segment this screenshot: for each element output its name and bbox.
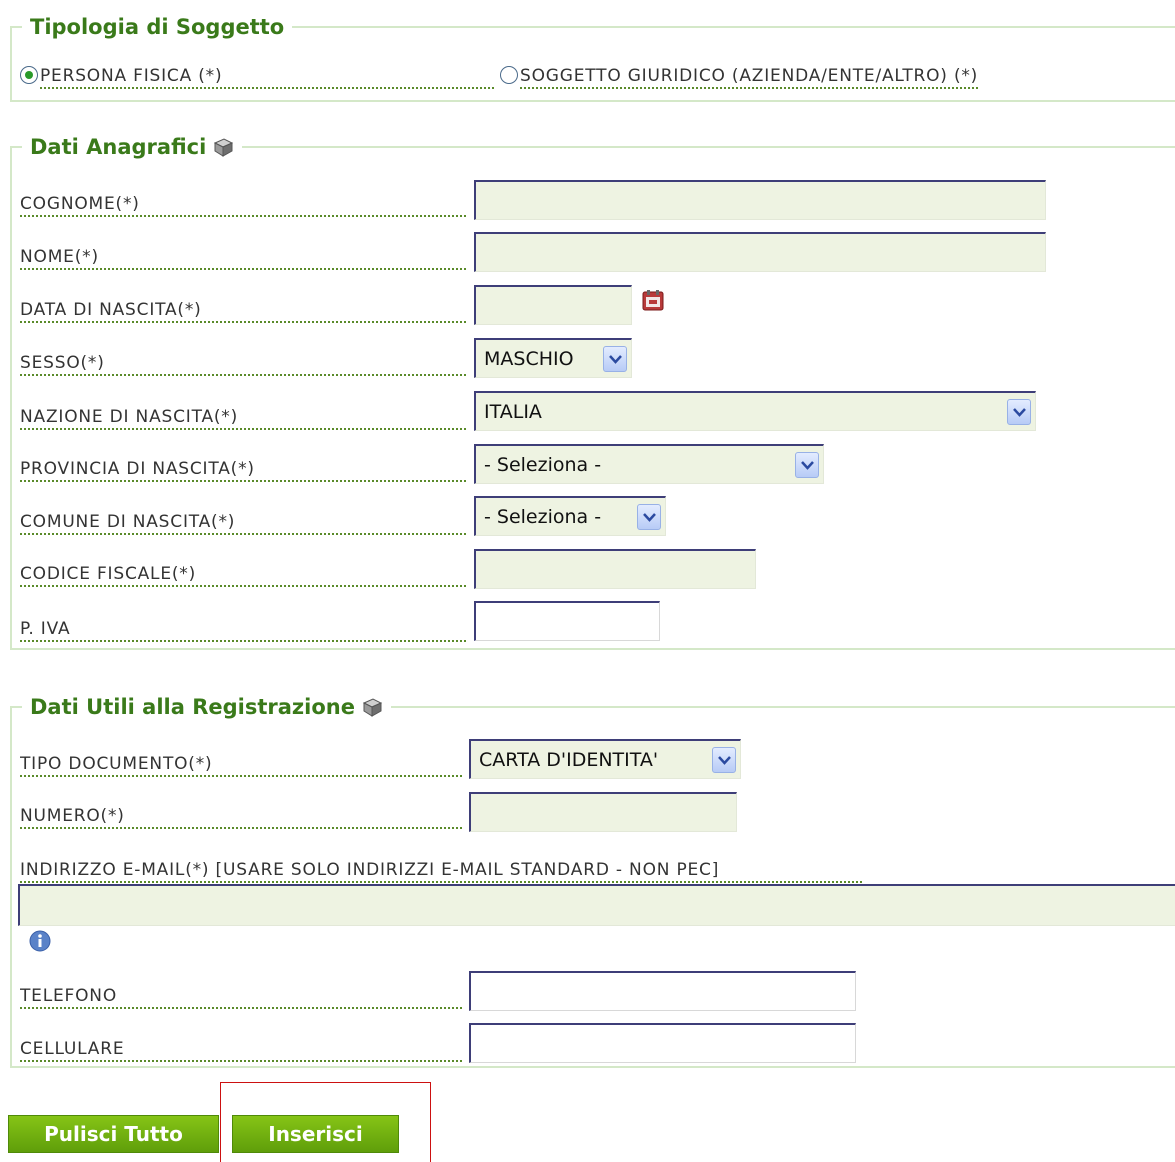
piva-label: P. IVA	[20, 619, 466, 642]
anagrafici-legend-text: Dati Anagrafici	[30, 135, 207, 159]
data-nascita-label: DATA DI NASCITA(*)	[20, 300, 466, 323]
comune-label: COMUNE DI NASCITA(*)	[20, 512, 466, 535]
chevron-down-icon[interactable]	[712, 746, 736, 773]
comune-select[interactable]: - Seleziona -	[474, 496, 666, 536]
chevron-down-icon[interactable]	[795, 451, 819, 478]
nazione-select[interactable]: ITALIA	[474, 391, 1036, 431]
anagrafici-legend: Dati Anagrafici	[22, 134, 243, 160]
nazione-value: ITALIA	[484, 400, 542, 423]
radio-persona-fisica-icon[interactable]	[20, 66, 38, 84]
nome-input[interactable]	[474, 232, 1046, 272]
provincia-value: - Seleziona -	[484, 453, 602, 476]
codice-fiscale-input[interactable]	[474, 549, 756, 589]
provincia-select[interactable]: - Seleziona -	[474, 444, 824, 484]
piva-input[interactable]	[474, 601, 660, 641]
sesso-select[interactable]: MASCHIO	[474, 338, 632, 378]
sesso-label: SESSO(*)	[20, 353, 466, 376]
radio-soggetto-giuridico[interactable]: SOGGETTO GIURIDICO (AZIENDA/ENTE/ALTRO) …	[500, 66, 979, 89]
info-icon[interactable]	[29, 930, 51, 952]
tipo-documento-label: TIPO DOCUMENTO(*)	[20, 754, 462, 777]
chevron-down-icon[interactable]	[1007, 398, 1031, 425]
clear-all-button[interactable]: Pulisci Tutto	[8, 1115, 219, 1153]
numero-label: NUMERO(*)	[20, 806, 462, 829]
provincia-label: PROVINCIA DI NASCITA(*)	[20, 459, 466, 482]
cellulare-label: CELLULARE	[20, 1039, 462, 1062]
chevron-down-icon[interactable]	[637, 503, 661, 530]
telefono-input[interactable]	[469, 971, 856, 1011]
email-label: INDIRIZZO E-MAIL(*) [USARE SOLO INDIRIZZ…	[20, 860, 862, 883]
numero-input[interactable]	[469, 792, 737, 832]
tipologia-fieldset: Tipologia di Soggetto PERSONA FISICA (*)…	[10, 14, 1175, 102]
calendar-icon[interactable]	[640, 288, 666, 312]
cellulare-input[interactable]	[469, 1023, 856, 1063]
email-input[interactable]	[18, 884, 1175, 926]
tipologia-legend-text: Tipologia di Soggetto	[30, 15, 285, 39]
data-nascita-input[interactable]	[474, 285, 632, 325]
nazione-label: NAZIONE DI NASCITA(*)	[20, 407, 466, 430]
tipologia-legend: Tipologia di Soggetto	[22, 14, 293, 40]
tipo-documento-select[interactable]: CARTA D'IDENTITA'	[469, 739, 741, 779]
radio-soggetto-giuridico-label[interactable]: SOGGETTO GIURIDICO (AZIENDA/ENTE/ALTRO) …	[520, 66, 979, 89]
radio-soggetto-giuridico-icon[interactable]	[500, 66, 518, 84]
tipo-documento-value: CARTA D'IDENTITA'	[479, 748, 659, 771]
codice-fiscale-label: CODICE FISCALE(*)	[20, 564, 466, 587]
chevron-down-icon[interactable]	[603, 345, 627, 372]
registrazione-legend-text: Dati Utili alla Registrazione	[30, 695, 355, 719]
cube-icon	[212, 136, 234, 158]
radio-persona-fisica[interactable]: PERSONA FISICA (*)	[20, 66, 494, 89]
anagrafici-fieldset: Dati Anagrafici COGNOME(*) NOME(*) DATA …	[10, 134, 1175, 650]
registrazione-fieldset: Dati Utili alla Registrazione TIPO DOCUM…	[10, 694, 1175, 1068]
cube-icon	[361, 696, 383, 718]
telefono-label: TELEFONO	[20, 986, 462, 1009]
nome-label: NOME(*)	[20, 247, 466, 270]
highlight-box	[220, 1082, 431, 1162]
radio-persona-fisica-label[interactable]: PERSONA FISICA (*)	[40, 66, 494, 89]
cognome-input[interactable]	[474, 180, 1046, 220]
registrazione-legend: Dati Utili alla Registrazione	[22, 694, 391, 720]
cognome-label: COGNOME(*)	[20, 194, 466, 217]
